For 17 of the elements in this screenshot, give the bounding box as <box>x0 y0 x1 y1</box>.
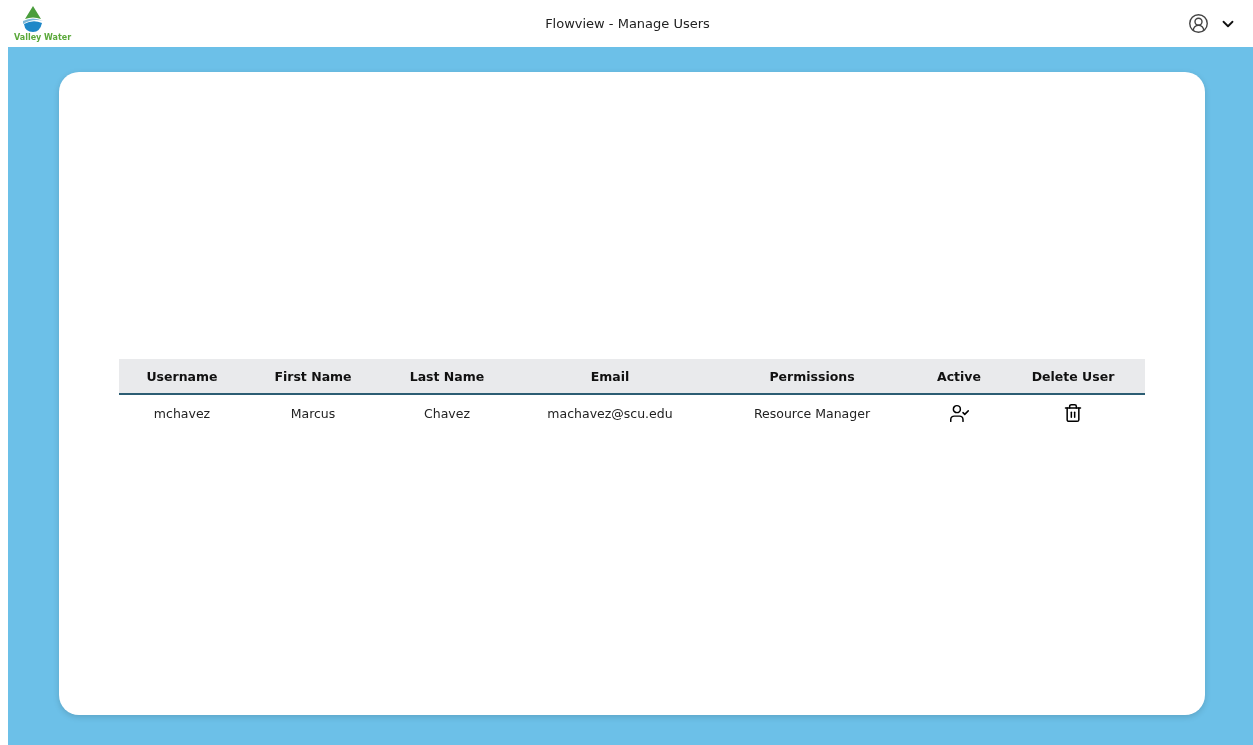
account-icon[interactable] <box>1188 13 1209 34</box>
column-header: Active <box>936 368 982 384</box>
column-header: Username <box>145 368 219 384</box>
column-header: First Name <box>273 368 353 384</box>
column-header: Email <box>589 368 631 384</box>
table-cell: Marcus <box>290 405 336 421</box>
column-header: Permissions <box>768 368 856 384</box>
logo-text: Valley Water <box>14 33 72 42</box>
page-title: Flowview - Manage Users <box>544 16 711 31</box>
table-cell: mchavez <box>153 405 211 421</box>
table-cell: Resource Manager <box>753 405 871 421</box>
user-check-icon[interactable] <box>948 402 970 424</box>
column-header: Last Name <box>408 368 486 384</box>
table-cell: Chavez <box>424 405 470 421</box>
trash-icon[interactable] <box>1063 403 1083 423</box>
table-cell: machavez@scu.edu <box>547 405 673 421</box>
column-header: Delete User <box>1030 368 1116 384</box>
